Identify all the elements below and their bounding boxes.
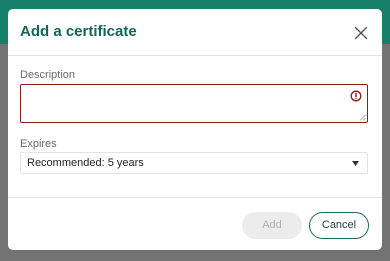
description-textarea[interactable] bbox=[21, 85, 367, 122]
close-icon bbox=[354, 26, 368, 40]
error-icon bbox=[350, 90, 362, 102]
add-button[interactable]: Add bbox=[242, 212, 302, 239]
dialog-title: Add a certificate bbox=[20, 23, 137, 40]
expires-label: Expires bbox=[20, 138, 57, 150]
description-field-wrapper bbox=[20, 84, 368, 123]
caret-down-icon bbox=[352, 161, 359, 166]
expires-select[interactable]: Recommended: 5 years bbox=[20, 152, 368, 174]
close-button[interactable] bbox=[354, 26, 368, 40]
header-divider bbox=[8, 55, 382, 56]
resize-handle[interactable] bbox=[359, 114, 366, 121]
add-certificate-dialog: Add a certificate Description Expires Re… bbox=[8, 9, 382, 250]
expires-selected-value: Recommended: 5 years bbox=[27, 157, 144, 169]
cancel-button[interactable]: Cancel bbox=[309, 212, 369, 239]
description-label: Description bbox=[20, 69, 76, 81]
footer-divider bbox=[8, 197, 382, 198]
